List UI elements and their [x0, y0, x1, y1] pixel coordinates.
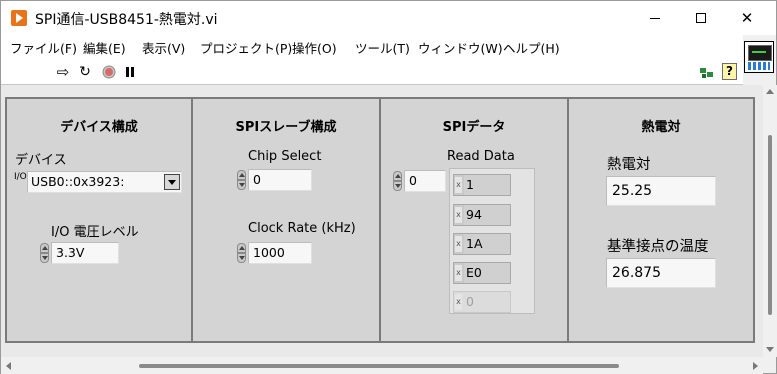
- window-title: SPI通信-USB8451-熱電対.vi: [35, 12, 218, 28]
- menu-file[interactable]: ファイル(F): [10, 38, 77, 57]
- device-label: デバイス: [15, 153, 67, 168]
- scroll-up-icon[interactable]: [766, 89, 774, 94]
- spi-slave-config-title: SPIスレーブ構成: [235, 120, 337, 135]
- menu-window[interactable]: ウィンドウ(W): [418, 38, 503, 57]
- menu-operate[interactable]: 操作(O): [292, 38, 337, 57]
- spi-slave-config-cluster: SPIスレーブ構成: [191, 97, 381, 343]
- vertical-scrollbar[interactable]: [763, 85, 777, 357]
- clock-rate-field[interactable]: 1000: [248, 242, 312, 264]
- close-button[interactable]: ✕: [724, 1, 770, 35]
- hex-radix-icon: x: [455, 236, 462, 252]
- vi-connector-icon: [744, 41, 774, 73]
- labview-window: SPI通信-USB8451-熱電対.vi ✕ ファイル(F) 編集(E) 表示(…: [0, 0, 777, 374]
- menu-project[interactable]: プロジェクト(P): [200, 38, 292, 57]
- device-select[interactable]: USB0::0x3923:: [27, 171, 182, 193]
- array-element: x E0: [453, 262, 511, 284]
- run-continuously-icon[interactable]: ↻: [77, 64, 93, 80]
- scroll-down-icon[interactable]: [766, 347, 774, 352]
- read-data-label: Read Data: [447, 149, 515, 164]
- minimize-button[interactable]: [632, 1, 678, 35]
- toolbar: ⇨ ↻: [1, 57, 743, 85]
- maximize-button[interactable]: [678, 1, 724, 35]
- array-index-field[interactable]: 0: [404, 170, 446, 192]
- labview-app-icon: [11, 10, 27, 26]
- hex-radix-icon: x: [455, 207, 462, 223]
- run-icon[interactable]: ⇨: [55, 63, 71, 81]
- title-bar: SPI通信-USB8451-熱電対.vi ✕: [1, 1, 776, 35]
- chip-select-label: Chip Select: [248, 149, 322, 164]
- maximize-icon: [696, 13, 706, 23]
- cold-junction-temp-indicator: 26.875: [606, 258, 716, 288]
- hex-radix-icon: x: [455, 265, 462, 281]
- spi-data-title: SPIデータ: [442, 120, 506, 135]
- thermocouple-label: 熱電対: [607, 157, 651, 173]
- io-voltage-stepper[interactable]: [40, 243, 49, 263]
- context-help-window-icon[interactable]: [699, 65, 715, 79]
- io-voltage-label: I/O 電圧レベル: [51, 225, 139, 240]
- visa-ring-icon[interactable]: I/O: [14, 172, 27, 194]
- menu-edit[interactable]: 編集(E): [83, 38, 126, 57]
- thermocouple-temp-indicator: 25.25: [606, 176, 716, 206]
- array-element: x 1A: [453, 233, 511, 255]
- thermocouple-title: 熱電対: [641, 120, 681, 135]
- horizontal-scrollbar[interactable]: [1, 357, 763, 374]
- thermocouple-cluster: 熱電対: [567, 97, 755, 343]
- menu-bar: ファイル(F) 編集(E) 表示(V) プロジェクト(P) 操作(O) ツール(…: [1, 35, 743, 57]
- vertical-scroll-thumb[interactable]: [768, 135, 772, 315]
- scroll-right-icon[interactable]: [753, 362, 758, 370]
- scroll-left-icon[interactable]: [6, 362, 11, 370]
- abort-icon[interactable]: [101, 64, 117, 80]
- device-config-cluster: デバイス構成: [5, 97, 193, 343]
- minimize-icon: [650, 17, 660, 19]
- menu-help[interactable]: ヘルプ(H): [503, 38, 560, 57]
- array-element-empty: x0: [453, 291, 511, 313]
- clock-rate-stepper[interactable]: [237, 243, 246, 263]
- menu-view[interactable]: 表示(V): [142, 38, 185, 57]
- chip-select-stepper[interactable]: [237, 170, 246, 190]
- menu-tools[interactable]: ツール(T): [355, 38, 410, 57]
- cold-junction-label: 基準接点の温度: [607, 239, 709, 255]
- array-index-stepper[interactable]: [393, 171, 402, 191]
- array-element: x 94: [453, 204, 511, 226]
- hex-radix-icon: x: [455, 294, 462, 310]
- pause-icon[interactable]: [122, 64, 138, 80]
- io-voltage-field[interactable]: 3.3V: [51, 242, 119, 264]
- hex-radix-icon: x: [455, 177, 462, 193]
- clock-rate-label: Clock Rate (kHz): [248, 221, 356, 236]
- help-icon[interactable]: ?: [722, 63, 737, 80]
- horizontal-scroll-thumb[interactable]: [139, 364, 619, 368]
- device-config-title: デバイス構成: [60, 120, 138, 135]
- device-dropdown-button[interactable]: [164, 174, 180, 190]
- chip-select-field[interactable]: 0: [248, 169, 312, 191]
- array-element: x1: [453, 174, 511, 196]
- close-icon: ✕: [740, 9, 754, 27]
